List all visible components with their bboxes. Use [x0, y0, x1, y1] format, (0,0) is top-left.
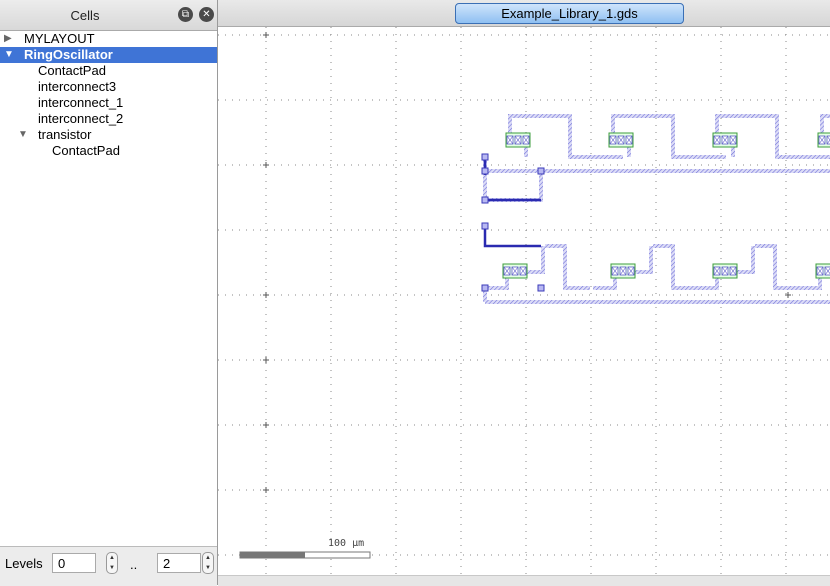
levels-from-input[interactable]: 0: [52, 553, 96, 573]
levels-separator: ..: [130, 557, 138, 572]
tree-item-label: RingOscillator: [24, 47, 113, 62]
layout-canvas[interactable]: [218, 27, 830, 575]
levels-to-stepper[interactable]: ▲ ▼: [202, 552, 214, 574]
tree-item-interconnect-2[interactable]: interconnect_2: [0, 111, 217, 127]
float-panel-icon[interactable]: ⧉: [178, 7, 193, 22]
tree-item-label: transistor: [38, 127, 92, 142]
transistor-cell: [610, 263, 636, 279]
interconnect-wires: [483, 114, 830, 304]
transistor-cell: [817, 132, 830, 148]
tree-item-interconnect3[interactable]: interconnect3: [0, 79, 217, 95]
tree-item-label: ContactPad: [52, 143, 120, 158]
scale-bar-label: 100 µm: [328, 538, 365, 549]
transistor-cell: [712, 132, 738, 148]
tab-bar: Example_Library_1.gds: [218, 0, 830, 27]
transistor-cell: [505, 132, 531, 148]
close-panel-icon[interactable]: ✕: [199, 7, 214, 22]
tree-item-mylayout[interactable]: ▶ MYLAYOUT: [0, 31, 217, 47]
transistor-cell: [712, 263, 738, 279]
cells-panel: Cells ⧉ ✕ ▶ MYLAYOUT ▼ RingOscillator Co…: [0, 0, 218, 586]
expand-arrow-icon[interactable]: ▶: [4, 31, 12, 47]
cell-tree: ▶ MYLAYOUT ▼ RingOscillator ContactPad i…: [0, 31, 217, 159]
tree-item-ringoscillator[interactable]: ▼ RingOscillator: [0, 47, 217, 63]
collapse-arrow-icon[interactable]: ▼: [18, 127, 28, 143]
grid-crosses: [263, 32, 791, 493]
tree-item-transistor-contactpad[interactable]: ContactPad: [0, 143, 217, 159]
panel-title: Cells: [70, 8, 100, 23]
tab-example-library[interactable]: Example_Library_1.gds: [455, 3, 684, 24]
tree-item-contactpad[interactable]: ContactPad: [0, 63, 217, 79]
scale-bar: [239, 551, 371, 559]
levels-label: Levels: [5, 556, 43, 571]
levels-bar: Levels 0 ▲ ▼ .. 2 ▲ ▼: [0, 546, 217, 586]
tree-item-label: MYLAYOUT: [24, 31, 95, 46]
tree-item-label: interconnect_1: [38, 95, 124, 110]
tree-item-label: ContactPad: [38, 63, 106, 78]
collapse-arrow-icon[interactable]: ▼: [4, 47, 14, 63]
transistor-cell: [815, 263, 830, 279]
cells-panel-header: Cells ⧉ ✕: [0, 0, 217, 31]
tree-item-label: interconnect3: [38, 79, 117, 94]
transistor-cell: [608, 132, 634, 148]
tree-item-transistor[interactable]: ▼ transistor: [0, 127, 217, 143]
tree-item-label: interconnect_2: [38, 111, 124, 126]
transistor-cell: [502, 263, 528, 279]
horizontal-scrollbar[interactable]: [218, 575, 830, 586]
levels-to-input[interactable]: 2: [157, 553, 201, 573]
layout-canvas-area: Example_Library_1.gds 100 µm: [218, 0, 830, 586]
tree-item-interconnect-1[interactable]: interconnect_1: [0, 95, 217, 111]
levels-from-stepper[interactable]: ▲ ▼: [106, 552, 118, 574]
